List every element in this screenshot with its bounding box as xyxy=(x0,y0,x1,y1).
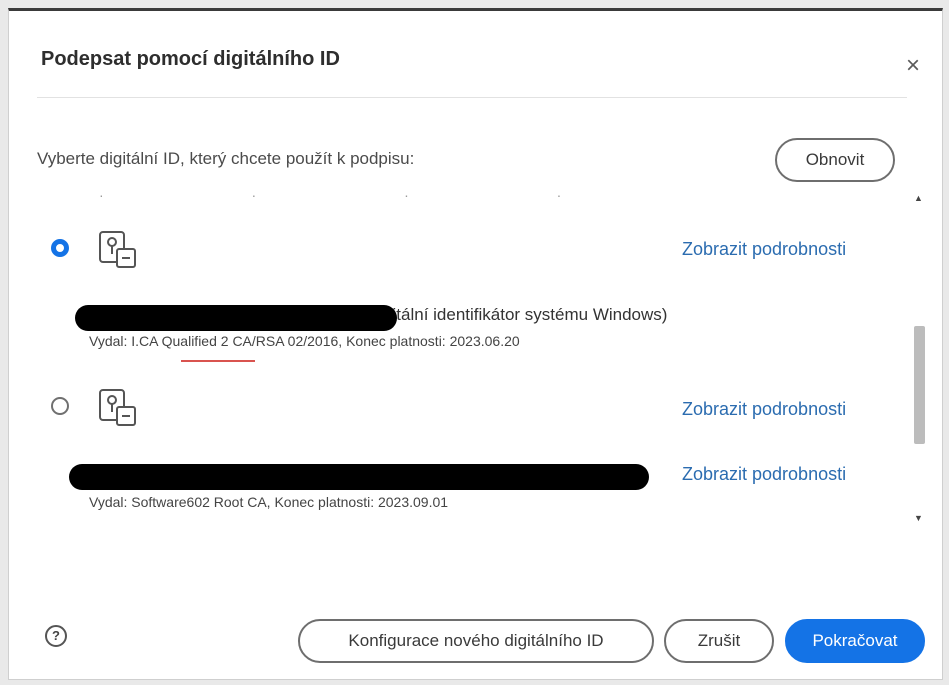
truncated-text-dots: · · · · xyxy=(99,191,634,203)
cancel-button[interactable]: Zrušit xyxy=(664,619,774,663)
spellcheck-underline xyxy=(181,360,255,362)
id-2-details-link-secondary[interactable]: Zobrazit podrobnosti xyxy=(682,464,846,485)
id-2-details-link[interactable]: Zobrazit podrobnosti xyxy=(682,399,846,420)
help-icon[interactable]: ? xyxy=(45,625,67,647)
id-2-radio[interactable] xyxy=(51,397,69,415)
scroll-up-arrow[interactable]: ▲ xyxy=(914,193,923,203)
continue-button[interactable]: Pokračovat xyxy=(785,619,925,663)
close-icon[interactable]: × xyxy=(900,54,926,81)
scroll-thumb[interactable] xyxy=(914,326,925,444)
configure-new-id-button[interactable]: Konfigurace nového digitálního ID xyxy=(298,619,654,663)
redaction-bar xyxy=(69,464,649,490)
id-1-name: Digitální identifikátor systému Windows) xyxy=(367,305,668,324)
digital-id-icon xyxy=(99,231,136,268)
refresh-button[interactable]: Obnovit xyxy=(775,138,895,182)
redaction-bar xyxy=(75,305,397,331)
id-1-radio[interactable] xyxy=(51,239,69,257)
digital-id-icon xyxy=(99,389,136,426)
header-divider xyxy=(37,97,907,98)
id-1-issuer: Vydal: I.CA Qualified 2 CA/RSA 02/2016, … xyxy=(89,333,520,349)
scroll-down-arrow[interactable]: ▼ xyxy=(914,513,923,523)
digital-id-list: · · · · Zobrazit podrobnosti Digitální i… xyxy=(37,191,917,531)
list-scrollbar[interactable]: ▲ ▼ xyxy=(911,191,927,531)
sign-digital-id-dialog: Podepsat pomocí digitálního ID × Vyberte… xyxy=(8,8,943,680)
instruction-text: Vyberte digitální ID, který chcete použí… xyxy=(37,149,415,168)
id-1-details-link[interactable]: Zobrazit podrobnosti xyxy=(682,239,846,260)
id-2-issuer: Vydal: Software602 Root CA, Konec platno… xyxy=(89,494,449,510)
dialog-title: Podepsat pomocí digitálního ID xyxy=(41,48,340,70)
